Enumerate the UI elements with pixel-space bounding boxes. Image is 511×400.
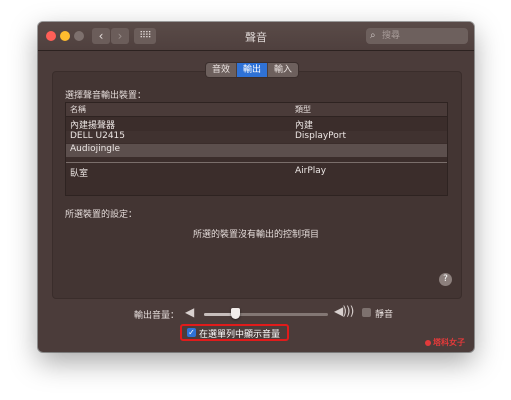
output-device-label: 選擇聲音輸出裝置： <box>65 91 147 101</box>
device-type: 內建 <box>295 121 314 131</box>
column-type-header[interactable]: 類型 <box>295 104 311 115</box>
device-name: 內建揚聲器 <box>70 121 116 131</box>
search-placeholder: 搜尋 <box>382 31 401 41</box>
device-type: AirPlay <box>295 166 327 176</box>
device-settings-label: 所選裝置的設定： <box>65 210 138 220</box>
search-field[interactable]: ⌕ 搜尋 <box>366 28 468 44</box>
watermark-icon <box>425 339 431 346</box>
volume-slider-thumb[interactable] <box>231 308 240 319</box>
speaker-low-icon: ◀ <box>185 305 195 319</box>
tab-sound-effects[interactable]: 音效 <box>206 63 236 77</box>
divider <box>66 162 447 163</box>
search-icon: ⌕ <box>370 30 376 41</box>
table-row[interactable]: DELL U2415 DisplayPort <box>66 131 447 143</box>
mute-label: 靜音 <box>375 310 394 320</box>
table-header: 名稱 類型 <box>66 103 447 117</box>
device-name: 臥室 <box>70 169 89 179</box>
tab-input[interactable]: 輸入 <box>267 63 298 77</box>
title-bar: ‹ › ⠿⠿ 聲音 ⌕ 搜尋 <box>38 22 474 51</box>
checkmark-icon: ✓ <box>188 328 195 337</box>
device-name: DELL U2415 <box>70 131 125 141</box>
watermark-text: 塔科女子 <box>433 338 465 347</box>
tab-output[interactable]: 輸出 <box>236 63 268 77</box>
table-row[interactable]: 臥室 AirPlay <box>66 166 447 179</box>
watermark-logo: 塔科女子 <box>425 337 465 348</box>
device-type: DisplayPort <box>295 131 347 141</box>
mute-checkbox[interactable] <box>362 308 371 317</box>
volume-slider[interactable] <box>204 308 328 319</box>
show-volume-in-menubar-label[interactable]: 在選單列中顯示音量 <box>199 327 280 340</box>
table-row[interactable]: 內建揚聲器 內建 <box>66 118 447 131</box>
tab-bar: 音效 輸出 輸入 <box>206 63 299 77</box>
help-button[interactable]: ? <box>439 273 452 286</box>
column-name-header[interactable]: 名稱 <box>70 104 86 115</box>
speaker-high-icon: ◀))) <box>334 304 354 318</box>
table-row-selected[interactable]: Audiojingle <box>66 144 447 157</box>
output-volume-label: 輸出音量： <box>134 311 180 321</box>
output-device-table: 名稱 類型 內建揚聲器 內建 DELL U2415 DisplayPort Au… <box>65 102 448 196</box>
device-name: Audiojingle <box>70 144 121 154</box>
no-controls-message: 所選的裝置沒有輸出的控制項目 <box>192 230 319 240</box>
sound-preferences-window: ‹ › ⠿⠿ 聲音 ⌕ 搜尋 音效 輸出 輸入 選擇聲音輸出裝置： 名稱 類型 … <box>38 22 474 352</box>
show-volume-in-menubar-checkbox[interactable]: ✓ <box>187 328 196 337</box>
